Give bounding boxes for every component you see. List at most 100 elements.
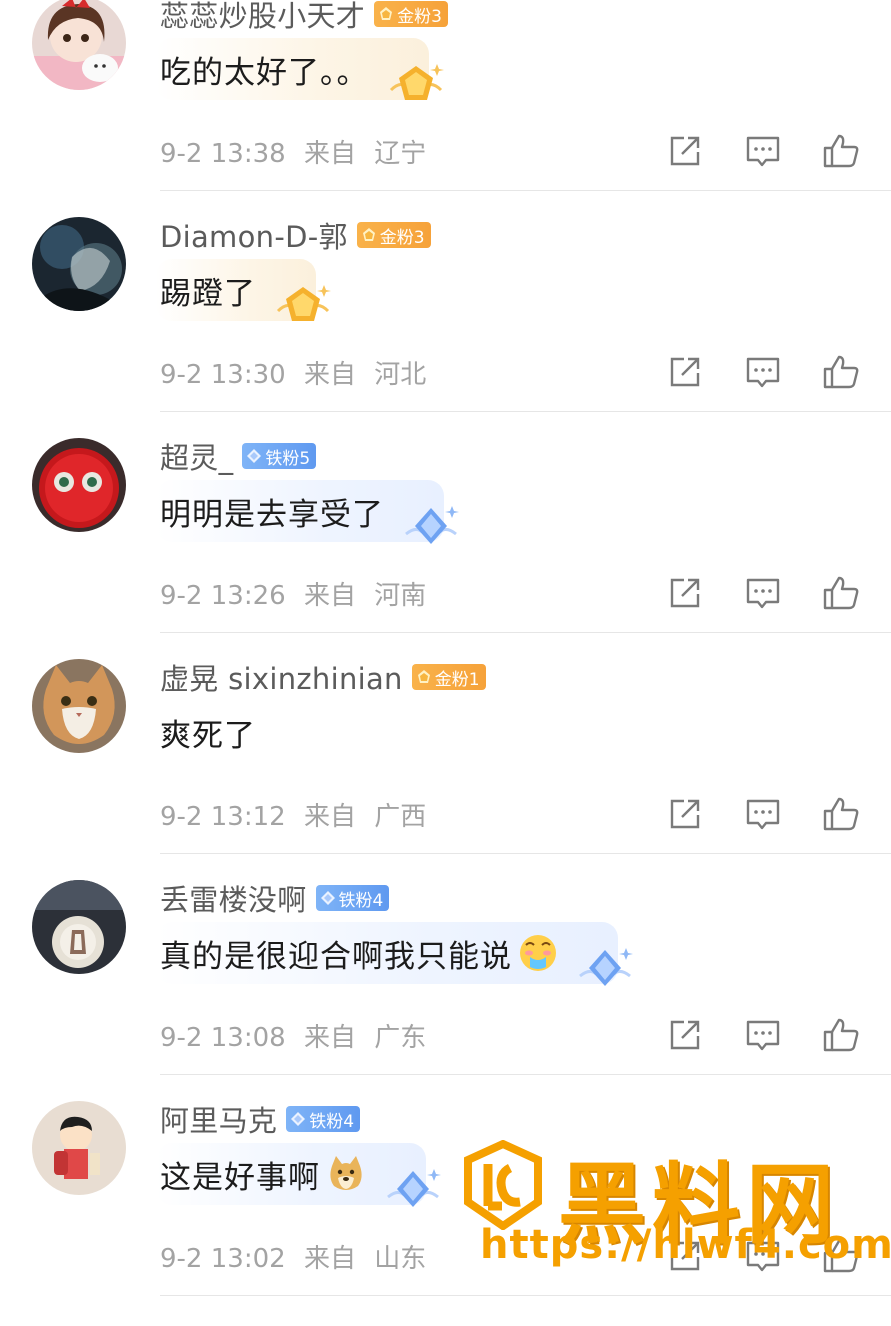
username[interactable]: 蕊蕊炒股小天才 xyxy=(160,0,365,35)
share-icon[interactable] xyxy=(666,353,704,391)
avatar[interactable] xyxy=(32,880,126,974)
like-icon[interactable] xyxy=(822,132,860,170)
comment-text: 爽死了 xyxy=(160,717,256,754)
share-icon[interactable] xyxy=(666,1016,704,1054)
comment-bubble: 这是好事啊 xyxy=(156,1143,441,1207)
comment-item: 虚晃 sixinzhinian 金粉1 爽死了 9-2 13:12 来自 广西 xyxy=(0,659,891,884)
username-row: 阿里马克 铁粉4 xyxy=(160,1098,361,1140)
share-icon[interactable] xyxy=(666,132,704,170)
blue-diamond-icon xyxy=(405,506,459,544)
reply-icon[interactable] xyxy=(744,795,782,833)
comment-time: 9-2 13:30 xyxy=(160,360,286,390)
comment-time: 9-2 13:38 xyxy=(160,139,286,169)
share-icon[interactable] xyxy=(666,795,704,833)
like-icon[interactable] xyxy=(822,1016,860,1054)
fan-badge-label: 金粉1 xyxy=(434,669,480,690)
comment-location: 广西 xyxy=(374,802,427,832)
divider xyxy=(160,632,891,633)
comment-meta: 9-2 13:08 来自 广东 xyxy=(160,1017,436,1054)
username[interactable]: 超灵_ xyxy=(160,435,233,477)
fan-badge-label: 铁粉4 xyxy=(309,1111,355,1132)
comment-actions xyxy=(666,574,891,612)
comment-time: 9-2 13:02 xyxy=(160,1244,286,1274)
comment-from-label: 来自 xyxy=(303,1244,356,1274)
comment-actions xyxy=(666,132,891,170)
comment-text: 这是好事啊 xyxy=(160,1159,320,1196)
comment-time: 9-2 13:08 xyxy=(160,1023,286,1053)
comment-bubble: 吃的太好了。。 xyxy=(156,38,444,100)
comment-item: 超灵_ 铁粉5 明明是去享受了 9-2 13:26 来自 河南 xyxy=(0,438,891,663)
divider xyxy=(160,190,891,191)
drooling-face-emoji-icon xyxy=(520,935,556,971)
comment-meta: 9-2 13:26 来自 河南 xyxy=(160,575,436,612)
watermark-logo-icon xyxy=(464,1140,542,1230)
comment-item: Diamon-D-郭 金粉3 踢蹬了 9-2 13:30 来自 河北 xyxy=(0,217,891,442)
fan-badge[interactable]: 铁粉5 xyxy=(242,443,317,469)
comment-item: 丢雷楼没啊 铁粉4 真的是很迎合啊我只能说 9-2 13:08 来自 广东 xyxy=(0,880,891,1105)
comment-actions xyxy=(666,795,891,833)
avatar[interactable] xyxy=(32,217,126,311)
fan-badge-label: 铁粉5 xyxy=(265,448,311,469)
like-icon[interactable] xyxy=(822,353,860,391)
comment-meta: 9-2 13:38 来自 辽宁 xyxy=(160,133,436,170)
fan-badge[interactable]: 金粉3 xyxy=(356,222,431,248)
diamond-icon xyxy=(320,891,335,905)
reply-icon[interactable] xyxy=(744,574,782,612)
username-row: 蕊蕊炒股小天才 金粉3 xyxy=(160,0,448,34)
username-row: Diamon-D-郭 金粉3 xyxy=(160,215,431,255)
gold-medal-icon xyxy=(389,64,444,100)
comment-actions xyxy=(666,353,891,391)
username[interactable]: 虚晃 sixinzhinian xyxy=(160,656,403,698)
comment-meta: 9-2 13:30 来自 河北 xyxy=(160,354,436,391)
comment-meta: 9-2 13:02 来自 山东 xyxy=(160,1238,436,1275)
username[interactable]: 丢雷楼没啊 xyxy=(160,877,307,919)
comment-location: 广东 xyxy=(374,1023,427,1053)
comment-bubble: 踢蹬了 xyxy=(156,259,331,321)
comment-from-label: 来自 xyxy=(303,581,356,611)
comment-list: 蕊蕊炒股小天才 金粉3 吃的太好了。。 9-2 13:38 来自 辽宁 Diam… xyxy=(0,0,891,1326)
divider xyxy=(160,853,891,854)
comment-time: 9-2 13:26 xyxy=(160,581,286,611)
blue-diamond-icon xyxy=(579,948,633,986)
avatar[interactable] xyxy=(32,1101,126,1195)
diamond-icon xyxy=(291,1112,306,1126)
comment-location: 河南 xyxy=(374,581,427,611)
comment-location: 辽宁 xyxy=(374,139,427,169)
fan-badge[interactable]: 金粉1 xyxy=(411,664,486,690)
comment-from-label: 来自 xyxy=(303,802,356,832)
comment-meta: 9-2 13:12 来自 广西 xyxy=(160,796,436,833)
comment-text: 踢蹬了 xyxy=(160,275,256,312)
reply-icon[interactable] xyxy=(744,353,782,391)
comment-item: 蕊蕊炒股小天才 金粉3 吃的太好了。。 9-2 13:38 来自 辽宁 xyxy=(0,0,891,221)
username-row: 丢雷楼没啊 铁粉4 xyxy=(160,877,390,919)
fan-badge[interactable]: 金粉3 xyxy=(374,1,448,27)
fan-badge-label: 铁粉4 xyxy=(338,890,384,911)
reply-icon[interactable] xyxy=(744,132,782,170)
comment-time: 9-2 13:12 xyxy=(160,802,286,832)
fan-badge-label: 金粉3 xyxy=(379,227,425,248)
username[interactable]: Diamon-D-郭 xyxy=(160,214,348,256)
avatar[interactable] xyxy=(32,438,126,532)
comment-from-label: 来自 xyxy=(303,360,356,390)
username[interactable]: 阿里马克 xyxy=(160,1098,277,1140)
watermark: 黑料网 https://hlwf4.com xyxy=(458,1140,891,1275)
comment-bubble: 明明是去享受了 xyxy=(156,480,459,544)
like-icon[interactable] xyxy=(822,795,860,833)
divider xyxy=(160,411,891,412)
fan-badge[interactable]: 铁粉4 xyxy=(315,885,390,911)
comment-location: 河北 xyxy=(374,360,427,390)
crown-icon xyxy=(417,670,430,683)
comment-bubble: 真的是很迎合啊我只能说 xyxy=(156,922,633,986)
crown-icon xyxy=(380,7,393,20)
avatar[interactable] xyxy=(32,0,126,90)
divider xyxy=(160,1074,891,1075)
fan-badge-label: 金粉3 xyxy=(397,6,442,27)
comment-from-label: 来自 xyxy=(303,1023,356,1053)
fan-badge[interactable]: 铁粉4 xyxy=(286,1106,361,1132)
reply-icon[interactable] xyxy=(744,1016,782,1054)
like-icon[interactable] xyxy=(822,574,860,612)
username-row: 虚晃 sixinzhinian 金粉1 xyxy=(160,657,486,697)
share-icon[interactable] xyxy=(666,574,704,612)
avatar[interactable] xyxy=(32,659,126,753)
comment-actions xyxy=(666,1016,891,1054)
